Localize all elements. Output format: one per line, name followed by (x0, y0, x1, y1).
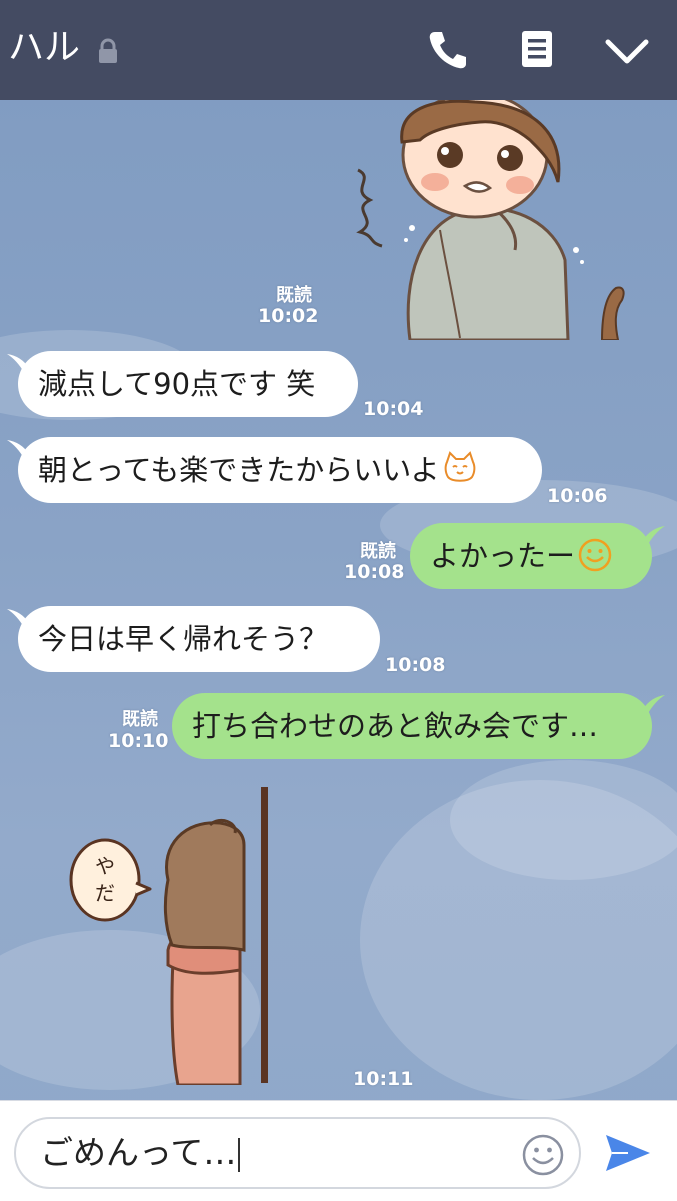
bubble-tail (643, 695, 665, 715)
message-time: 10:04 (363, 398, 424, 420)
sticker-speech-line1: や (95, 854, 115, 878)
note-icon[interactable] (520, 29, 554, 69)
message-bubble[interactable]: 打ち合わせのあと飲み会です… (172, 693, 652, 759)
message-bubble[interactable]: 減点して90点です 笑 (18, 351, 358, 417)
message-time: 10:02 (258, 305, 319, 327)
message-time: 10:08 (385, 654, 446, 676)
message-text: 朝とっても楽できたからいいよ (38, 453, 440, 487)
message-input[interactable]: ごめんって… (14, 1117, 581, 1189)
sticker-speech-line2: だ (95, 881, 115, 905)
message-time: 10:11 (353, 1068, 414, 1090)
cat-emoji (444, 451, 476, 482)
bubble-tail (643, 526, 665, 546)
message-input-bar: ごめんって… (0, 1100, 677, 1201)
phone-icon[interactable] (426, 28, 470, 72)
message-time: 10:10 (108, 730, 169, 752)
chevron-down-icon[interactable] (604, 36, 650, 68)
message-bubble[interactable]: よかったー (410, 523, 652, 589)
sticker-boy[interactable] (340, 100, 640, 340)
sticker-girl[interactable]: や だ (60, 785, 280, 1085)
message-bubble[interactable]: 今日は早く帰れそう？ (18, 606, 380, 672)
read-receipt: 既読 (360, 541, 396, 562)
smile-emoji (578, 538, 612, 572)
message-time: 10:08 (344, 561, 405, 583)
message-input-value: ごめんって… (40, 1119, 241, 1187)
chat-header: ハル (0, 0, 677, 100)
read-receipt: 既読 (122, 709, 158, 730)
message-bubble[interactable]: 朝とっても楽できたからいいよ (18, 437, 542, 503)
message-text: よかったー (430, 539, 576, 573)
read-receipt: 既読 (276, 285, 312, 306)
send-icon[interactable] (604, 1131, 652, 1175)
message-time: 10:06 (547, 485, 608, 507)
emoji-icon[interactable] (521, 1133, 565, 1177)
lock-icon (99, 38, 117, 63)
chat-title: ハル (8, 27, 81, 68)
